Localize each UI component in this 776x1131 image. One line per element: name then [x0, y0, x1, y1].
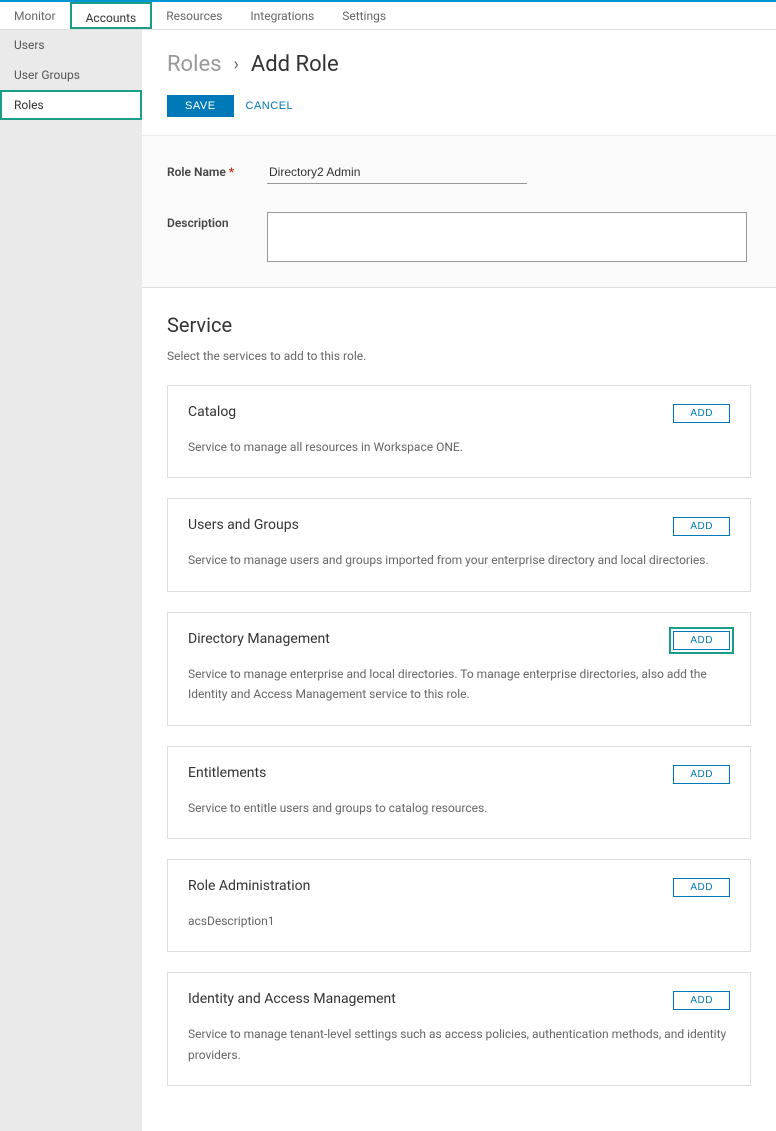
add-button[interactable]: ADD [673, 878, 730, 897]
service-card-description: Service to manage all resources in Works… [188, 437, 730, 457]
tab-integrations[interactable]: Integrations [236, 2, 328, 29]
breadcrumb-parent[interactable]: Roles [167, 52, 221, 77]
description-textarea[interactable] [267, 212, 747, 262]
role-name-label: Role Name* [167, 161, 267, 184]
save-button[interactable]: SAVE [167, 95, 234, 117]
sidebar-item-users[interactable]: Users [0, 30, 142, 60]
required-indicator: * [229, 165, 234, 179]
service-card-description: acsDescription1 [188, 911, 730, 931]
breadcrumb: Roles › Add Role [167, 52, 751, 77]
add-button[interactable]: ADD [673, 404, 730, 423]
cancel-button[interactable]: CANCEL [246, 100, 294, 112]
main-content: Roles › Add Role SAVE CANCEL Role Name* … [142, 30, 776, 1131]
service-card: Identity and Access Management ADD Service… [167, 972, 751, 1086]
add-button[interactable]: ADD [673, 991, 730, 1010]
tab-monitor[interactable]: Monitor [0, 2, 70, 29]
role-name-input[interactable] [267, 161, 527, 184]
sidebar-item-roles[interactable]: Roles [0, 90, 142, 120]
add-button[interactable]: ADD [673, 517, 730, 536]
service-card: Role Administration ADD acsDescription1 [167, 859, 751, 952]
breadcrumb-separator: › [233, 54, 238, 75]
service-card-title: Role Administration [188, 878, 310, 894]
add-button[interactable]: ADD [673, 765, 730, 784]
description-label: Description [167, 212, 267, 262]
tab-settings[interactable]: Settings [328, 2, 400, 29]
add-button[interactable]: ADD [673, 631, 730, 650]
service-section-subtitle: Select the services to add to this role. [167, 349, 751, 363]
service-card: Entitlements ADD Service to entitle users … [167, 746, 751, 839]
service-card: Catalog ADD Service to manage all resource… [167, 385, 751, 478]
sidebar-item-user-groups[interactable]: User Groups [0, 60, 142, 90]
service-card: Directory Management ADD Service to manage… [167, 612, 751, 726]
top-tabs: MonitorAccountsResourcesIntegrationsSett… [0, 2, 776, 30]
service-card-title: Identity and Access Management [188, 991, 396, 1007]
service-card-description: Service to manage enterprise and local d… [188, 664, 730, 705]
form-section: Role Name* Description [142, 135, 776, 288]
service-card-description: Service to manage users and groups impor… [188, 550, 730, 570]
service-card-description: Service to manage tenant-level settings … [188, 1024, 730, 1065]
service-card-title: Users and Groups [188, 517, 299, 533]
service-section-title: Service [167, 313, 751, 337]
tab-resources[interactable]: Resources [152, 2, 236, 29]
sidebar: UsersUser GroupsRoles [0, 30, 142, 1131]
service-card-description: Service to entitle users and groups to c… [188, 798, 730, 818]
tab-accounts[interactable]: Accounts [70, 2, 153, 29]
page-title: Add Role [251, 52, 339, 77]
service-card: Users and Groups ADD Service to manage use… [167, 498, 751, 591]
service-section: Service Select the services to add to th… [142, 288, 776, 1131]
service-card-title: Entitlements [188, 765, 266, 781]
service-card-title: Directory Management [188, 631, 330, 647]
service-card-title: Catalog [188, 404, 236, 420]
